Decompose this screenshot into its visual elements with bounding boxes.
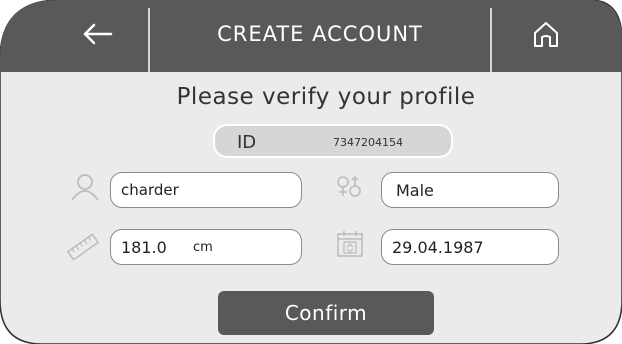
id-badge: ID 7347204154 xyxy=(213,124,453,158)
height-value: 181.0 xyxy=(121,238,167,257)
home-button[interactable] xyxy=(516,12,576,56)
height-field[interactable]: 181.0 cm xyxy=(110,229,302,265)
back-button[interactable] xyxy=(70,12,126,56)
gender-value: Male xyxy=(396,181,434,200)
username-field[interactable]: charder xyxy=(110,172,302,208)
device-screen: CREATE ACCOUNT Please verify your profil… xyxy=(0,0,622,344)
id-label: ID xyxy=(237,132,257,153)
gender-field[interactable]: Male xyxy=(381,172,559,208)
id-value: 7347204154 xyxy=(333,136,403,149)
back-arrow-icon xyxy=(83,23,113,45)
confirm-button[interactable]: Confirm xyxy=(218,291,434,335)
birthdate-field[interactable]: 29.04.1987 xyxy=(381,229,559,265)
username-value: charder xyxy=(121,181,179,199)
home-icon xyxy=(534,22,558,47)
user-icon xyxy=(71,174,99,201)
birthdate-value: 29.04.1987 xyxy=(392,238,484,257)
verify-heading: Please verify your profile xyxy=(176,84,476,110)
header-bar: CREATE ACCOUNT xyxy=(0,0,622,72)
calendar-icon xyxy=(337,231,363,257)
gender-icon xyxy=(337,175,361,197)
ruler-icon xyxy=(66,233,100,261)
height-unit: cm xyxy=(193,240,213,255)
page-title: CREATE ACCOUNT xyxy=(217,22,423,46)
